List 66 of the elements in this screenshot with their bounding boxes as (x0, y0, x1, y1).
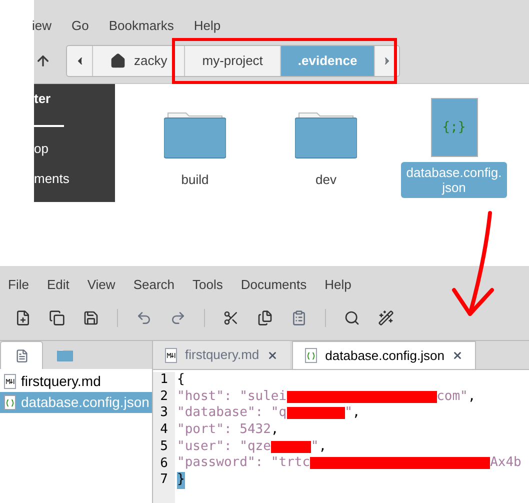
menu-item[interactable]: Bookmarks (108, 16, 174, 36)
json-file-icon (305, 348, 318, 363)
code-string: "user": "qze (177, 438, 271, 456)
document-list-item[interactable]: firstquery.md (0, 371, 152, 392)
markdown-file-icon (165, 348, 177, 362)
close-icon[interactable] (452, 350, 464, 361)
code-text: , (270, 422, 279, 439)
code-text: , (352, 405, 360, 422)
sidebar-heading: ter (34, 90, 52, 108)
undo-icon[interactable] (136, 310, 152, 326)
path-segment[interactable]: zacky (93, 46, 186, 76)
menu-item[interactable]: File (8, 275, 29, 295)
line-number: 5 (160, 438, 168, 456)
menu-item[interactable]: Edit (46, 275, 70, 295)
line-number: 7 (160, 472, 168, 489)
code-string: "database": "q (177, 405, 287, 422)
code-string: "host": "sulei (177, 388, 287, 406)
new-document-icon[interactable] (15, 310, 31, 326)
up-arrow-icon[interactable] (35, 53, 51, 69)
file-name[interactable]: build (181, 172, 209, 187)
search-icon[interactable] (344, 310, 360, 326)
editor-tab[interactable]: firstquery.md (153, 341, 290, 369)
line-number: 2 (160, 388, 168, 406)
code-string: "password": "trtc (177, 455, 310, 472)
line-number: 6 (160, 456, 168, 472)
document-icon (14, 348, 28, 364)
braces-glyph: {;} (442, 118, 466, 137)
code-string: " (310, 438, 319, 456)
redo-icon[interactable] (170, 310, 186, 326)
menu-item[interactable]: Help (194, 16, 221, 36)
documents-tab[interactable] (0, 341, 43, 369)
copy-icon[interactable] (257, 310, 273, 326)
editor-tab[interactable]: database.config.json (292, 341, 476, 369)
code-text: , (318, 438, 327, 456)
folder-icon (56, 348, 72, 362)
code-text: , (468, 388, 476, 406)
file-name[interactable]: dev (316, 172, 336, 187)
markdown-file-icon (4, 374, 16, 389)
code-string: com" (436, 388, 468, 406)
redaction-bar (270, 440, 311, 453)
sidebar-item[interactable]: op (34, 138, 115, 158)
menu-item[interactable]: Go (72, 16, 89, 36)
json-file-icon (4, 395, 16, 410)
code-string: Ax4b (490, 455, 522, 472)
menu-item[interactable]: View (87, 275, 116, 295)
menu-item[interactable]: Search (133, 275, 175, 295)
close-icon[interactable] (267, 350, 278, 360)
menu-item[interactable]: Documents (240, 275, 307, 295)
code-text: { (177, 372, 185, 389)
redaction-bar (286, 407, 345, 420)
code-string: " (344, 405, 352, 422)
menu-item[interactable]: Tools (192, 275, 223, 295)
code-brace: } (177, 472, 185, 489)
line-number: 1 (160, 372, 168, 389)
replace-icon[interactable] (378, 310, 394, 326)
save-icon[interactable] (83, 310, 99, 326)
menu-item[interactable]: Help (324, 275, 352, 295)
line-number: 3 (160, 405, 168, 422)
open-icon[interactable] (49, 310, 65, 326)
sidebar-item[interactable]: ments (34, 169, 115, 188)
paste-icon[interactable] (291, 310, 307, 326)
menu-item[interactable]: iew (32, 16, 52, 36)
home-icon (110, 53, 126, 69)
code-string: "port": 5432 (177, 422, 271, 439)
cut-icon[interactable] (223, 310, 239, 326)
line-number: 4 (160, 422, 168, 439)
